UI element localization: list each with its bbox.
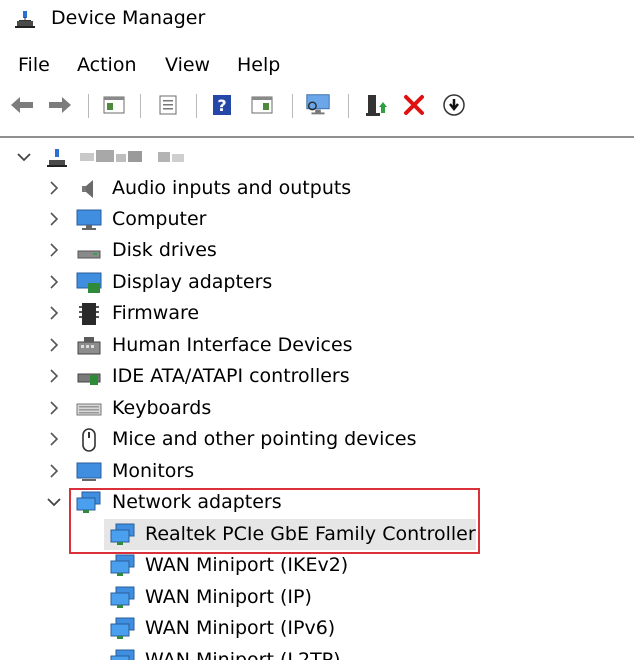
tree-item-label: Mice and other pointing devices: [112, 428, 417, 450]
tree-item-label: Display adapters: [112, 271, 273, 293]
scan-hardware-icon[interactable]: [304, 91, 332, 119]
menu-action[interactable]: Action: [75, 50, 139, 80]
mouse-icon: [82, 428, 96, 452]
chevron-right-icon[interactable]: [44, 272, 64, 292]
show-hide-console-tree-icon[interactable]: [100, 91, 128, 119]
ide-controller-icon: [77, 373, 101, 385]
toolbar-separator: [140, 94, 141, 118]
chevron-right-icon[interactable]: [44, 366, 64, 386]
network-adapter-icon: [110, 586, 135, 608]
back-icon[interactable]: [8, 91, 36, 119]
tree-item-computer[interactable]: Computer: [0, 204, 634, 235]
tree-item-label: WAN Miniport (L2TP): [145, 649, 341, 660]
tree-item-network-adapters[interactable]: Network adapters: [0, 487, 634, 518]
hid-icon: [77, 337, 101, 355]
chevron-right-icon[interactable]: [44, 398, 64, 418]
network-adapter-icon: [110, 554, 135, 576]
menu-view[interactable]: View: [163, 50, 212, 80]
tree-item-wan-ipv6[interactable]: WAN Miniport (IPv6): [0, 613, 634, 644]
redacted-computer-name: [80, 150, 184, 162]
tree-item-monitors[interactable]: Monitors: [0, 456, 634, 487]
forward-icon[interactable]: [46, 91, 74, 119]
tree-item-label: Firmware: [112, 302, 200, 324]
tree-root[interactable]: [0, 142, 634, 173]
tree-item-label: IDE ATA/ATAPI controllers: [112, 365, 350, 387]
toolbar-separator: [348, 94, 349, 118]
properties-icon[interactable]: [154, 91, 182, 119]
speaker-icon: [82, 180, 93, 198]
tree-item-label: Human Interface Devices: [112, 334, 353, 356]
chevron-right-icon[interactable]: [44, 335, 64, 355]
tree-item-label: Audio inputs and outputs: [112, 177, 352, 199]
device-manager-icon: [15, 11, 35, 28]
chevron-right-icon[interactable]: [44, 461, 64, 481]
window-title: Device Manager: [51, 7, 206, 29]
tree-item-label: Keyboards: [112, 397, 212, 419]
tree-item-display-adapters[interactable]: Display adapters: [0, 267, 634, 298]
toolbar-separator: [196, 94, 197, 118]
tree-item-audio[interactable]: Audio inputs and outputs: [0, 173, 634, 204]
tree-item-label: WAN Miniport (IPv6): [145, 617, 336, 639]
tree-item-wan-l2tp[interactable]: WAN Miniport (L2TP): [0, 645, 634, 660]
toolbar-divider: [0, 136, 634, 138]
menu-bar: File Action View Help: [0, 50, 634, 80]
network-adapter-icon: [110, 649, 135, 660]
uninstall-icon[interactable]: [400, 91, 428, 119]
tree-item-hid[interactable]: Human Interface Devices: [0, 330, 634, 361]
chevron-right-icon[interactable]: [44, 178, 64, 198]
tree-item-label: Network adapters: [112, 491, 282, 513]
disable-device-icon[interactable]: [440, 91, 468, 119]
tree-item-realtek-controller[interactable]: Realtek PCIe GbE Family Controller: [0, 519, 634, 550]
device-tree: Audio inputs and outputs Computer Disk d…: [0, 140, 634, 660]
chevron-right-icon[interactable]: [44, 429, 64, 449]
svg-text:?: ?: [217, 96, 226, 115]
action-pane-icon[interactable]: [248, 91, 276, 119]
tree-item-keyboards[interactable]: Keyboards: [0, 393, 634, 424]
tree-item-label: WAN Miniport (IKEv2): [145, 554, 349, 576]
chevron-down-icon[interactable]: [44, 492, 64, 512]
monitor-icon: [76, 209, 102, 230]
monitor-icon: [76, 462, 102, 481]
tree-item-label: Monitors: [112, 460, 195, 482]
network-adapter-icon: [110, 617, 135, 639]
chevron-down-icon[interactable]: [14, 147, 34, 167]
tree-item-wan-ip[interactable]: WAN Miniport (IP): [0, 582, 634, 613]
toolbar: ?: [0, 88, 634, 124]
computer-tree-icon: [47, 149, 67, 167]
tree-item-firmware[interactable]: Firmware: [0, 298, 634, 329]
toolbar-separator: [88, 94, 89, 118]
title-bar: Device Manager: [0, 0, 634, 40]
display-adapter-icon: [76, 272, 102, 293]
tree-item-label: Disk drives: [112, 239, 217, 261]
keyboard-icon: [76, 403, 102, 416]
toolbar-separator: [292, 94, 293, 118]
tree-item-label: Realtek PCIe GbE Family Controller: [145, 523, 476, 545]
disk-drive-icon: [77, 250, 101, 259]
network-adapter-icon: [76, 491, 101, 513]
chevron-right-icon[interactable]: [44, 303, 64, 323]
chevron-right-icon[interactable]: [44, 240, 64, 260]
menu-help[interactable]: Help: [235, 50, 282, 80]
chevron-right-icon[interactable]: [44, 209, 64, 229]
tree-item-label: WAN Miniport (IP): [145, 586, 312, 608]
tree-item-label: Computer: [112, 208, 207, 230]
tree-item-disk-drives[interactable]: Disk drives: [0, 235, 634, 266]
update-driver-icon[interactable]: [362, 91, 390, 119]
tree-item-mice[interactable]: Mice and other pointing devices: [0, 424, 634, 455]
tree-item-wan-ikev2[interactable]: WAN Miniport (IKEv2): [0, 550, 634, 581]
tree-item-ide[interactable]: IDE ATA/ATAPI controllers: [0, 361, 634, 392]
network-adapter-icon: [110, 523, 135, 545]
menu-file[interactable]: File: [16, 50, 52, 80]
firmware-chip-icon: [79, 303, 99, 325]
help-icon[interactable]: ?: [208, 91, 236, 119]
